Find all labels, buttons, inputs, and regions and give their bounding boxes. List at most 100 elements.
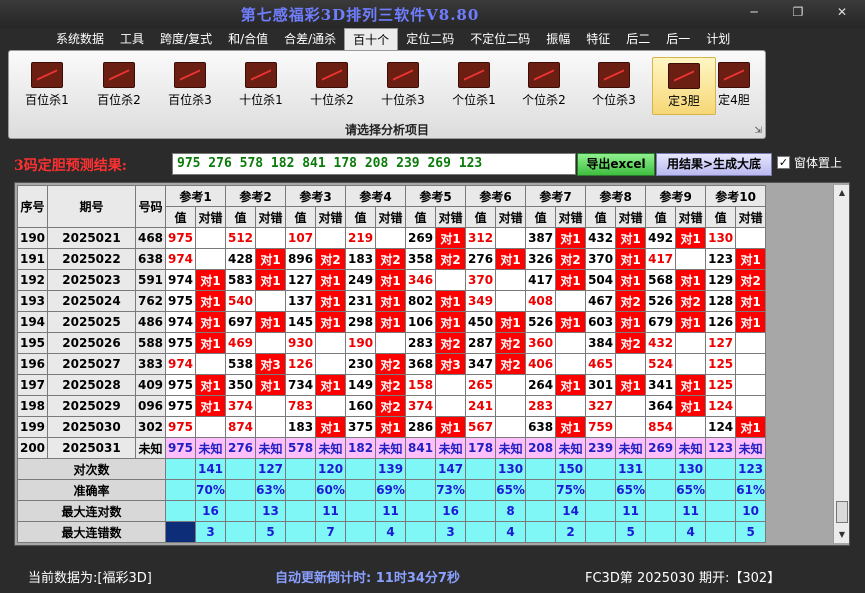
header-check: 对错 xyxy=(735,206,767,228)
stats-value: 4 xyxy=(375,521,407,543)
menu-item-9[interactable]: 特征 xyxy=(578,28,618,50)
prediction-result-field[interactable]: 975 276 578 182 841 178 208 239 269 123 xyxy=(172,153,576,175)
ribbon-button-3[interactable]: 十位杀1 xyxy=(229,57,293,115)
table-row[interactable]: 194 2025025 486 974 对1 697 对1 145 对1 298 对1 106 对1 45… xyxy=(17,311,767,333)
table-row[interactable]: 191 2025022 638 974 428 对1 896 对2 183 对2 358 对2 276 对… xyxy=(17,248,767,270)
row-check: 对1 xyxy=(555,416,587,438)
row-check: 对1 xyxy=(615,269,647,291)
row-value: 568 xyxy=(645,269,677,291)
stats-spacer xyxy=(705,458,737,480)
ribbon-button-2[interactable]: 百位杀3 xyxy=(158,57,222,115)
stats-value: 8 xyxy=(495,500,527,522)
table-row[interactable]: 190 2025021 468 975 512 107 219 269 对1 312 387 对1 43… xyxy=(17,227,767,249)
row-check: 对1 xyxy=(315,269,347,291)
ribbon-expand-icon[interactable]: ⇲ xyxy=(754,126,762,136)
header-value: 值 xyxy=(345,206,377,228)
row-value: 975 xyxy=(165,395,196,417)
stats-spacer xyxy=(225,521,257,543)
row-check xyxy=(255,332,287,354)
row-value: 358 xyxy=(405,248,437,270)
menu-item-2[interactable]: 跨度/复式 xyxy=(152,28,220,50)
menu-item-3[interactable]: 和/合值 xyxy=(220,28,276,50)
menu-item-4[interactable]: 合差/通杀 xyxy=(276,28,344,50)
menu-item-7[interactable]: 不定位二码 xyxy=(462,28,538,50)
menu-item-8[interactable]: 振幅 xyxy=(538,28,578,50)
header-ref: 参考10 xyxy=(705,185,767,207)
topmost-checkbox[interactable]: ✓ xyxy=(777,156,790,169)
menu-item-12[interactable]: 计划 xyxy=(698,28,738,50)
stats-value: 3 xyxy=(435,521,467,543)
table-row[interactable]: 192 2025023 591 974 对1 583 对1 127 对1 249 对1 346 370 4… xyxy=(17,269,767,291)
row-value: 241 xyxy=(465,395,497,417)
table-row-pending[interactable]: 200 2025031 未知 975 未知 276 未知 578 未知 182 未知 841 未知 178… xyxy=(17,437,767,459)
row-value: 283 xyxy=(405,332,437,354)
menu-item-0[interactable]: 系统数据 xyxy=(48,28,112,50)
close-icon[interactable]: ✕ xyxy=(829,4,855,20)
row-check: 对1 xyxy=(555,311,587,333)
row-value: 128 xyxy=(705,290,737,312)
stats-value: 5 xyxy=(255,521,287,543)
ribbon-button-4[interactable]: 十位杀2 xyxy=(300,57,364,115)
row-value: 387 xyxy=(525,227,557,249)
header-ref: 参考1 xyxy=(164,185,227,207)
table-row[interactable]: 193 2025024 762 975 对1 540 137 对1 231 对1 802 对1 349 4… xyxy=(17,290,767,312)
header-value: 值 xyxy=(465,206,497,228)
row-issue: 2025025 xyxy=(47,311,136,333)
row-value: 124 xyxy=(705,416,737,438)
menu-item-1[interactable]: 工具 xyxy=(112,28,152,50)
row-value: 127 xyxy=(705,332,737,354)
ribbon-button-10[interactable]: 定4胆 xyxy=(706,57,762,115)
row-code: 383 xyxy=(135,353,166,375)
ribbon-button-6[interactable]: 个位杀1 xyxy=(442,57,506,115)
row-value: 974 xyxy=(165,353,196,375)
export-excel-button[interactable]: 导出excel xyxy=(577,153,655,176)
row-value: 975 xyxy=(165,416,196,438)
menu-item-11[interactable]: 后一 xyxy=(658,28,698,50)
vertical-scrollbar[interactable]: ▲ ▼ xyxy=(833,185,849,543)
scroll-thumb[interactable] xyxy=(836,501,848,523)
ribbon-button-5[interactable]: 十位杀3 xyxy=(371,57,435,115)
ribbon-button-0[interactable]: 百位杀1 xyxy=(15,57,79,115)
pending-value: 123 xyxy=(705,437,737,459)
minimize-icon[interactable]: ─ xyxy=(741,4,767,20)
ribbon-button-label: 个位杀3 xyxy=(592,93,636,107)
row-check xyxy=(555,332,587,354)
scroll-up-icon[interactable]: ▲ xyxy=(834,185,849,201)
row-issue: 2025024 xyxy=(47,290,136,312)
table-row[interactable]: 198 2025029 096 975 对1 374 783 160 对2 374 241 283 32… xyxy=(17,395,767,417)
row-value: 504 xyxy=(585,269,617,291)
ribbon-button-1[interactable]: 百位杀2 xyxy=(87,57,151,115)
menu-item-5[interactable]: 百十个 xyxy=(344,28,399,50)
table-row[interactable]: 199 2025030 302 975 874 183 对1 375 对1 286 对1 567 638… xyxy=(17,416,767,438)
menu-item-6[interactable]: 定位二码 xyxy=(398,28,462,50)
table-row[interactable]: 195 2025026 588 975 对1 469 930 190 283 对2 287 对2 360… xyxy=(17,332,767,354)
stats-value: 130 xyxy=(495,458,527,480)
header-seq: 序号 xyxy=(17,185,48,228)
row-check xyxy=(495,374,527,396)
row-value: 526 xyxy=(525,311,557,333)
menu-item-10[interactable]: 后二 xyxy=(618,28,658,50)
header-ref: 参考4 xyxy=(345,185,407,207)
row-check: 对1 xyxy=(194,395,227,417)
ribbon-button-label: 个位杀2 xyxy=(522,93,566,107)
chart-icon xyxy=(316,62,348,88)
stats-spacer xyxy=(285,500,317,522)
row-value: 783 xyxy=(285,395,317,417)
restore-icon[interactable]: ❐ xyxy=(785,4,811,20)
row-check: 对1 xyxy=(375,416,407,438)
table-row[interactable]: 196 2025027 383 974 538 对3 126 230 对2 368 对3 347 对2 4… xyxy=(17,353,767,375)
row-check: 对2 xyxy=(735,269,767,291)
ribbon-button-7[interactable]: 个位杀2 xyxy=(512,57,576,115)
table-row[interactable]: 197 2025028 409 975 对1 350 对1 734 对1 149 对2 158 265 2… xyxy=(17,374,767,396)
row-check xyxy=(255,395,287,417)
row-seq: 199 xyxy=(17,416,48,438)
row-check: 对1 xyxy=(255,248,287,270)
header-ref: 参考7 xyxy=(525,185,587,207)
row-value: 364 xyxy=(645,395,677,417)
stats-row: 准确率 70% 63% 60% 69% 73% 65% 75% 65% 65% 61% xyxy=(17,479,767,501)
ribbon-button-8[interactable]: 个位杀3 xyxy=(582,57,646,115)
generate-base-button[interactable]: 用结果>生成大底 xyxy=(656,153,772,176)
scroll-down-icon[interactable]: ▼ xyxy=(834,527,849,543)
row-value: 106 xyxy=(405,311,437,333)
header-check: 对错 xyxy=(315,206,347,228)
